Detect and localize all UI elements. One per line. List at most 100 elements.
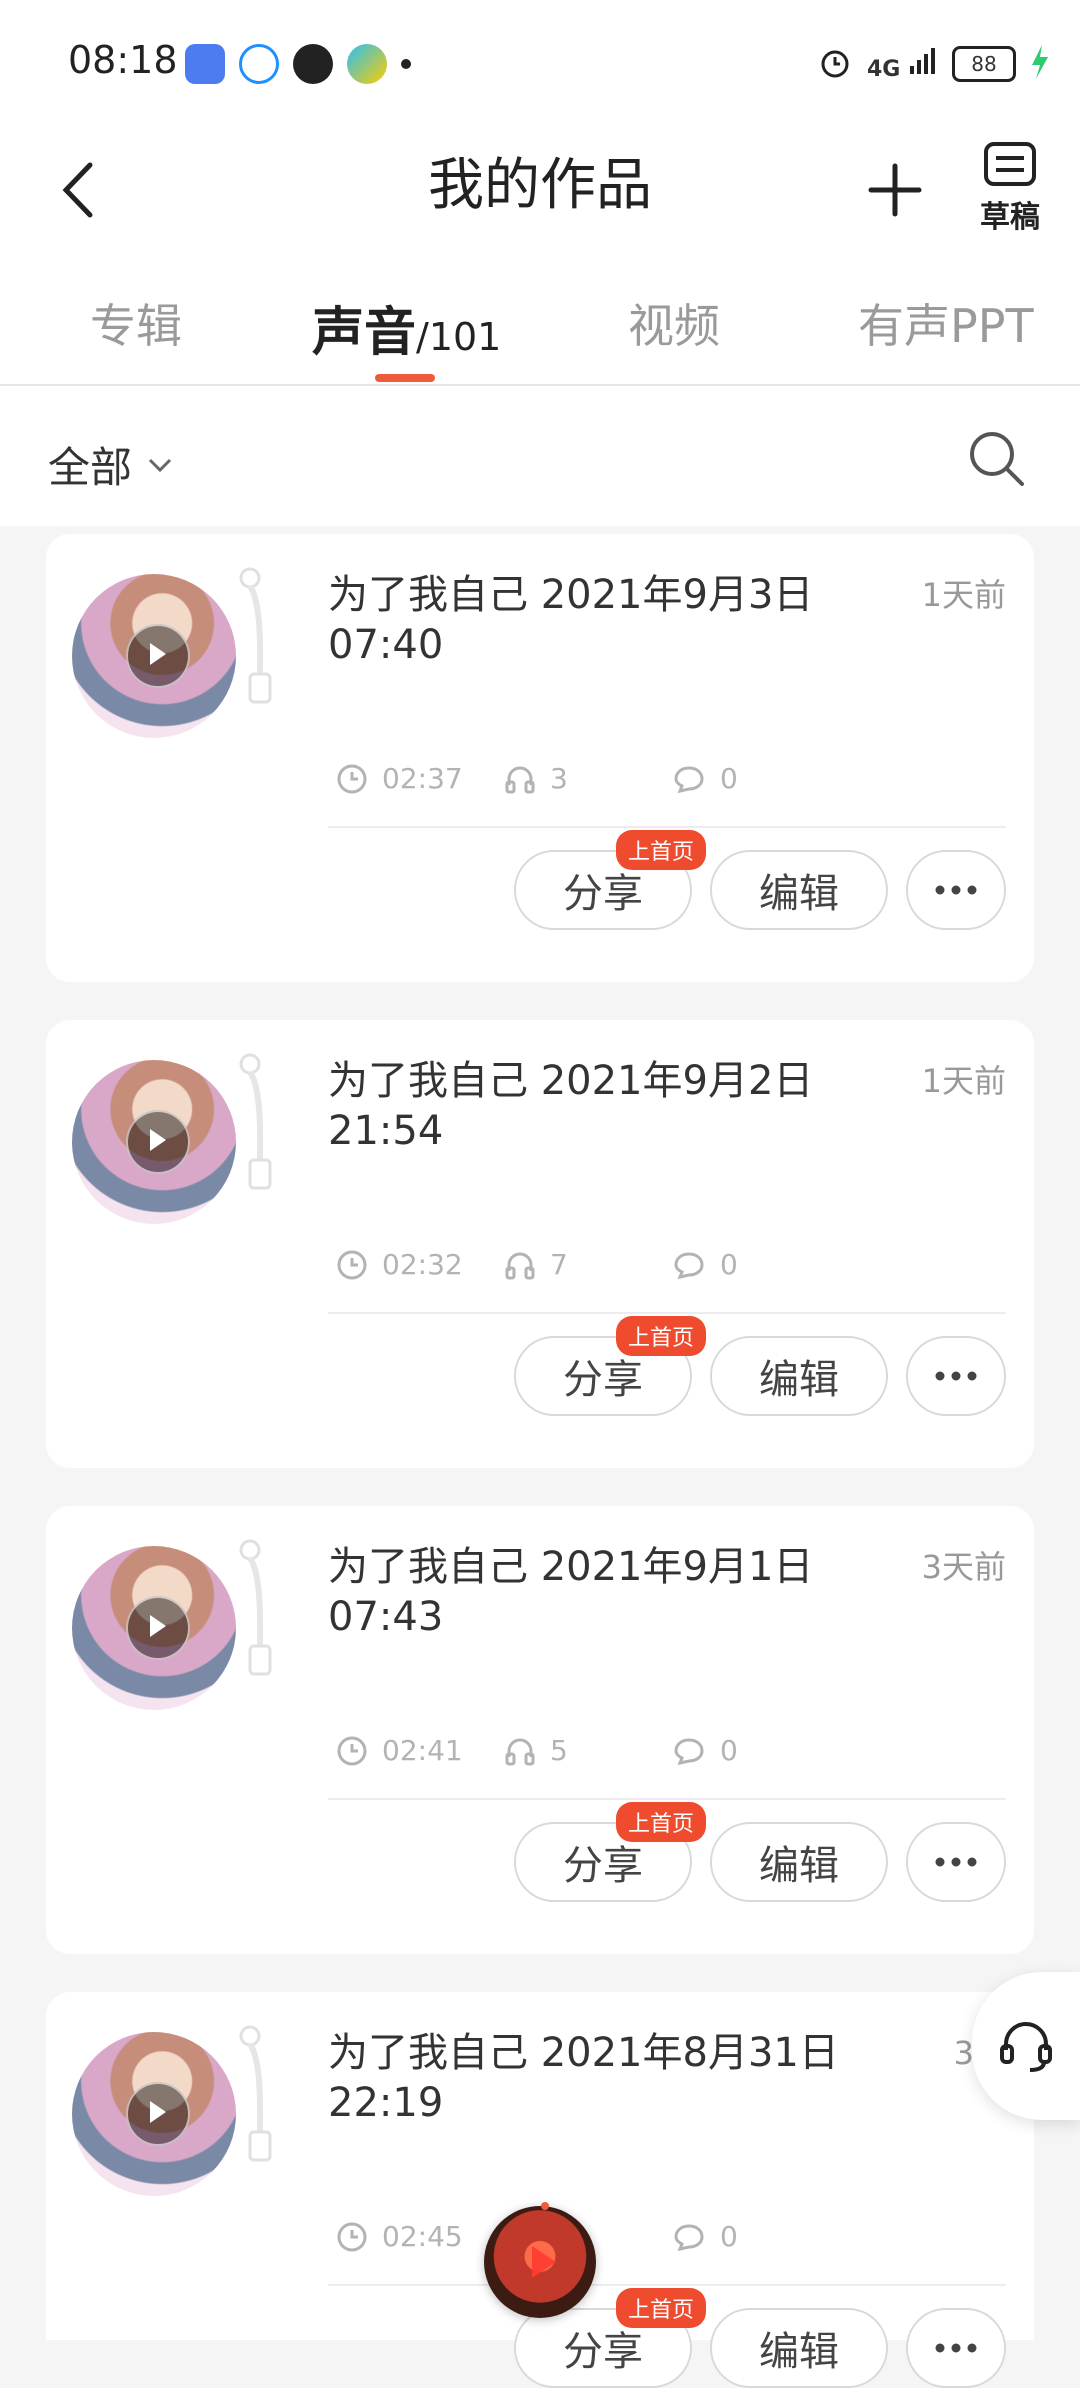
cover-image[interactable] [72,574,236,738]
edit-button[interactable]: 编辑 [710,2308,888,2388]
more-icon [935,1371,977,1381]
cover-image[interactable] [72,1060,236,1224]
duration-value: 02:41 [382,1734,463,1767]
list-item[interactable]: 为了我自己 2021年9月3日 07:40 1天前 02:37 3 0 上首页 … [46,534,1034,982]
draft-icon [984,142,1036,186]
duration-stat: 02:37 [336,762,504,795]
promote-badge: 上首页 [616,830,707,870]
item-title[interactable]: 为了我自己 2021年9月2日 21:54 [328,1056,848,1156]
play-button[interactable] [126,624,190,688]
app-header: 我的作品 草稿 [0,120,1080,260]
play-icon [150,643,166,665]
play-button[interactable] [126,2082,190,2146]
item-title[interactable]: 为了我自己 2021年9月1日 07:43 [328,1542,848,1642]
list-item[interactable]: 为了我自己 2021年9月2日 21:54 1天前 02:32 7 0 上首页 … [46,1020,1034,1468]
draft-button[interactable]: 草稿 [970,138,1050,248]
add-button[interactable] [860,140,930,240]
headphones-icon [505,1252,535,1279]
duration-value: 02:37 [382,762,463,795]
share-button[interactable]: 上首页 分享 [514,1316,707,1416]
promote-badge: 上首页 [616,2288,707,2328]
alarm-icon [817,44,853,84]
search-icon [970,432,1024,486]
item-actions: 上首页 分享 编辑 [514,2288,1006,2388]
cover-image[interactable] [72,2032,236,2196]
edit-label: 编辑 [759,871,839,917]
share-button[interactable]: 上首页 分享 [514,1802,707,1902]
headphones-icon [505,766,535,793]
tab-video[interactable]: 视频 [628,290,720,356]
item-actions: 上首页 分享 编辑 [514,1802,1006,1902]
charging-icon [1030,45,1050,83]
edit-label: 编辑 [759,1843,839,1889]
divider [328,1798,1006,1800]
tonearm-icon [239,2025,272,2162]
duration-value: 02:45 [382,2220,463,2253]
video-app-icon [347,44,387,84]
network-label: 4G [866,57,901,82]
edit-button[interactable]: 编辑 [710,1336,888,1416]
tonearm-icon [239,1539,272,1676]
filter-dropdown[interactable]: 全部 [48,434,176,495]
status-time: 08:18 [68,38,178,82]
duration-value: 02:32 [382,1248,463,1281]
more-notifications-icon [401,59,411,69]
edit-label: 编辑 [759,2329,839,2375]
tab-audio[interactable]: 声音/101 [312,290,501,365]
tab-count: /101 [416,315,502,359]
mini-player-progress [541,2202,549,2210]
comments-value: 0 [720,2220,738,2253]
headphones-icon [505,1738,535,1765]
wechat-icon [293,44,333,84]
battery-icon: 88 [952,46,1016,82]
more-button[interactable] [906,1336,1006,1416]
content-tabs: 专辑 声音/101 视频 有声PPT [0,260,1080,386]
more-button[interactable] [906,850,1006,930]
signal-icon: 4G [867,46,938,82]
comments-stat: 0 [672,1734,840,1767]
divider [328,826,1006,828]
tonearm-icon [239,567,272,704]
item-title[interactable]: 为了我自己 2021年9月3日 07:40 [328,570,848,670]
chat-app-icon [185,44,225,84]
share-button[interactable]: 上首页 分享 [514,830,707,930]
active-tab-indicator [375,374,435,382]
more-button[interactable] [906,1822,1006,1902]
comments-value: 0 [720,1734,738,1767]
play-icon [150,2101,166,2123]
plays-stat: 3 [504,762,672,795]
play-button[interactable] [126,1596,190,1660]
play-button[interactable] [126,1110,190,1174]
item-stats: 02:37 3 0 [336,762,840,795]
browser-app-icon [239,44,279,84]
plays-value: 5 [550,1734,568,1767]
edit-button[interactable]: 编辑 [710,850,888,930]
mini-player[interactable] [484,2206,596,2318]
status-indicators: 4G 88 [817,44,1050,84]
status-bar: 08:18 4G 88 [0,0,1080,120]
play-icon [150,1615,166,1637]
notification-icons [185,44,411,84]
item-stats: 02:32 7 0 [336,1248,840,1281]
tab-label: 声音 [312,303,417,363]
clock-icon [337,1736,367,1765]
more-icon [935,1857,977,1867]
tab-label: 专辑 [90,299,182,353]
comments-stat: 0 [672,762,840,795]
duration-stat: 02:45 [336,2220,504,2253]
more-button[interactable] [906,2308,1006,2388]
edit-button[interactable]: 编辑 [710,1822,888,1902]
cover-image[interactable] [72,1546,236,1710]
list-item[interactable]: 为了我自己 2021年9月1日 07:43 3天前 02:41 5 0 上首页 … [46,1506,1034,1954]
duration-stat: 02:41 [336,1734,504,1767]
search-button[interactable] [964,426,1030,492]
comment-icon [674,1251,704,1279]
headset-icon [1000,2022,1052,2072]
item-title[interactable]: 为了我自己 2021年8月31日 22:19 [328,2028,848,2128]
tab-albums[interactable]: 专辑 [90,290,182,356]
tab-label: 视频 [628,299,720,353]
comments-value: 0 [720,1248,738,1281]
comment-icon [674,2223,704,2251]
share-button[interactable]: 上首页 分享 [514,2288,707,2388]
tab-audio-ppt[interactable]: 有声PPT [858,290,1034,356]
